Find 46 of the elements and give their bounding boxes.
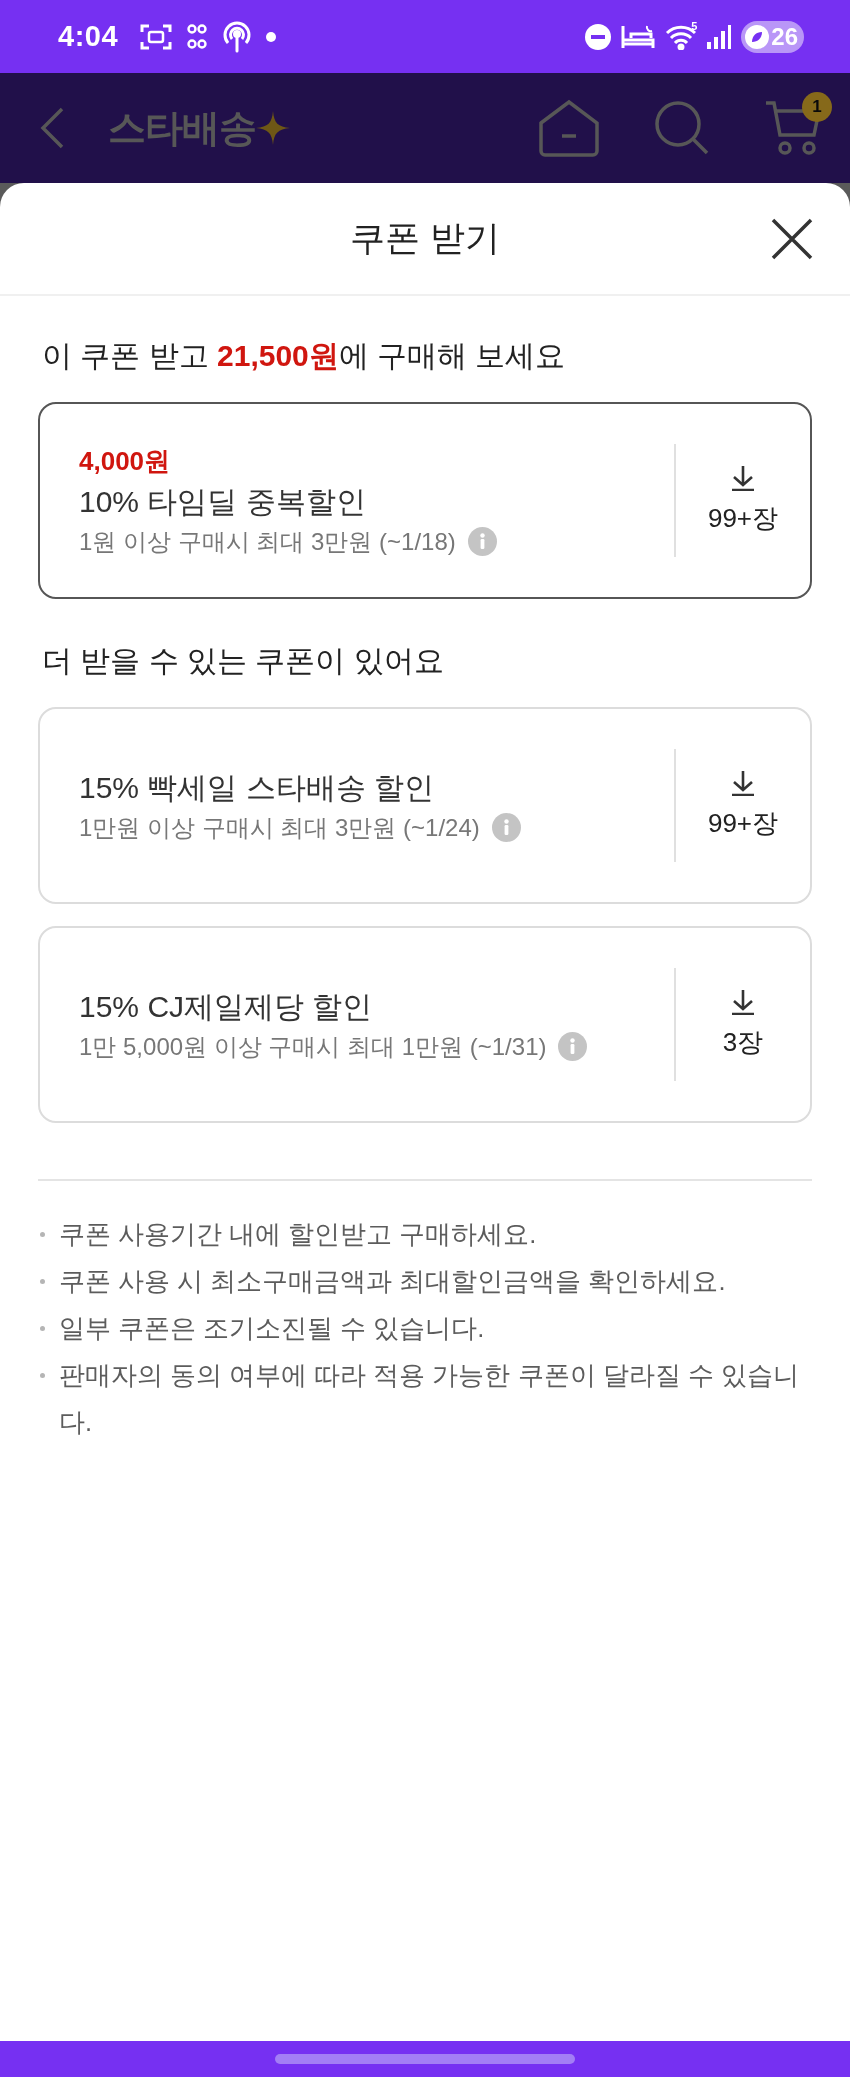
download-icon bbox=[731, 465, 755, 491]
download-coupon-button[interactable]: 3장 bbox=[674, 968, 810, 1081]
notice-text: 일부 쿠폰은 조기소진될 수 있습니다. bbox=[59, 1313, 485, 1344]
bed-icon bbox=[621, 23, 656, 50]
sheet-title: 쿠폰 받기 bbox=[350, 217, 500, 259]
download-coupon-button[interactable]: 99+장 bbox=[674, 444, 810, 557]
notification-dot-icon bbox=[266, 31, 277, 42]
status-time: 4:04 bbox=[58, 20, 119, 53]
coupon-title: 15% CJ제일제당 할인 bbox=[79, 988, 373, 1025]
section-heading: 이 쿠폰 받고 21,500원에 구매해 보세요 bbox=[42, 338, 567, 374]
notice-text: 쿠폰 사용기간 내에 할인받고 구매하세요. bbox=[59, 1219, 537, 1250]
battery-level: 26 bbox=[771, 22, 798, 51]
back-button[interactable] bbox=[40, 107, 64, 149]
sparkle-icon bbox=[256, 111, 290, 145]
wifi-icon bbox=[665, 23, 698, 50]
signal-icon bbox=[707, 24, 732, 49]
home-button[interactable] bbox=[538, 99, 600, 157]
wifi-label: 5 bbox=[691, 19, 698, 32]
info-button[interactable] bbox=[491, 813, 521, 842]
screenshot-icon bbox=[140, 22, 173, 51]
search-button[interactable] bbox=[654, 100, 710, 156]
coupon-condition: 1원 이상 구매시 최대 3만원 (~1/18) bbox=[79, 526, 456, 557]
bullet-icon bbox=[40, 1279, 45, 1284]
coupon-title: 15% 빡세일 스타배송 할인 bbox=[79, 769, 435, 806]
info-button[interactable] bbox=[467, 527, 497, 556]
notice-text: 판매자의 동의 여부에 따라 적용 가능한 쿠폰이 달라질 수 있습니다. bbox=[59, 1360, 800, 1438]
download-icon bbox=[731, 989, 755, 1015]
bullet-icon bbox=[40, 1326, 45, 1331]
leaf-icon bbox=[745, 24, 770, 49]
info-button[interactable] bbox=[558, 1032, 588, 1061]
download-coupon-button[interactable]: 99+장 bbox=[674, 749, 810, 862]
section-heading: 더 받을 수 있는 쿠폰이 있어요 bbox=[42, 643, 445, 679]
brand-logo: 스타배송 bbox=[108, 105, 256, 151]
notice-text: 쿠폰 사용 시 최소구매금액과 최대할인금액을 확인하세요. bbox=[59, 1266, 726, 1297]
close-button[interactable] bbox=[770, 217, 814, 261]
cart-count-badge: 1 bbox=[802, 92, 832, 122]
broadcast-icon bbox=[222, 20, 253, 53]
circles-grid-icon bbox=[186, 21, 209, 52]
bullet-icon bbox=[40, 1373, 45, 1378]
bullet-icon bbox=[40, 1232, 45, 1237]
download-icon bbox=[731, 770, 755, 796]
coupon-condition: 1만원 이상 구매시 최대 3만원 (~1/24) bbox=[79, 812, 480, 843]
do-not-disturb-icon bbox=[585, 23, 612, 50]
coupon-title: 10% 타임딜 중복할인 bbox=[79, 483, 366, 520]
coupon-condition: 1만 5,000원 이상 구매시 최대 1만원 (~1/31) bbox=[79, 1031, 547, 1062]
coupon-amount: 4,000원 bbox=[79, 444, 171, 478]
